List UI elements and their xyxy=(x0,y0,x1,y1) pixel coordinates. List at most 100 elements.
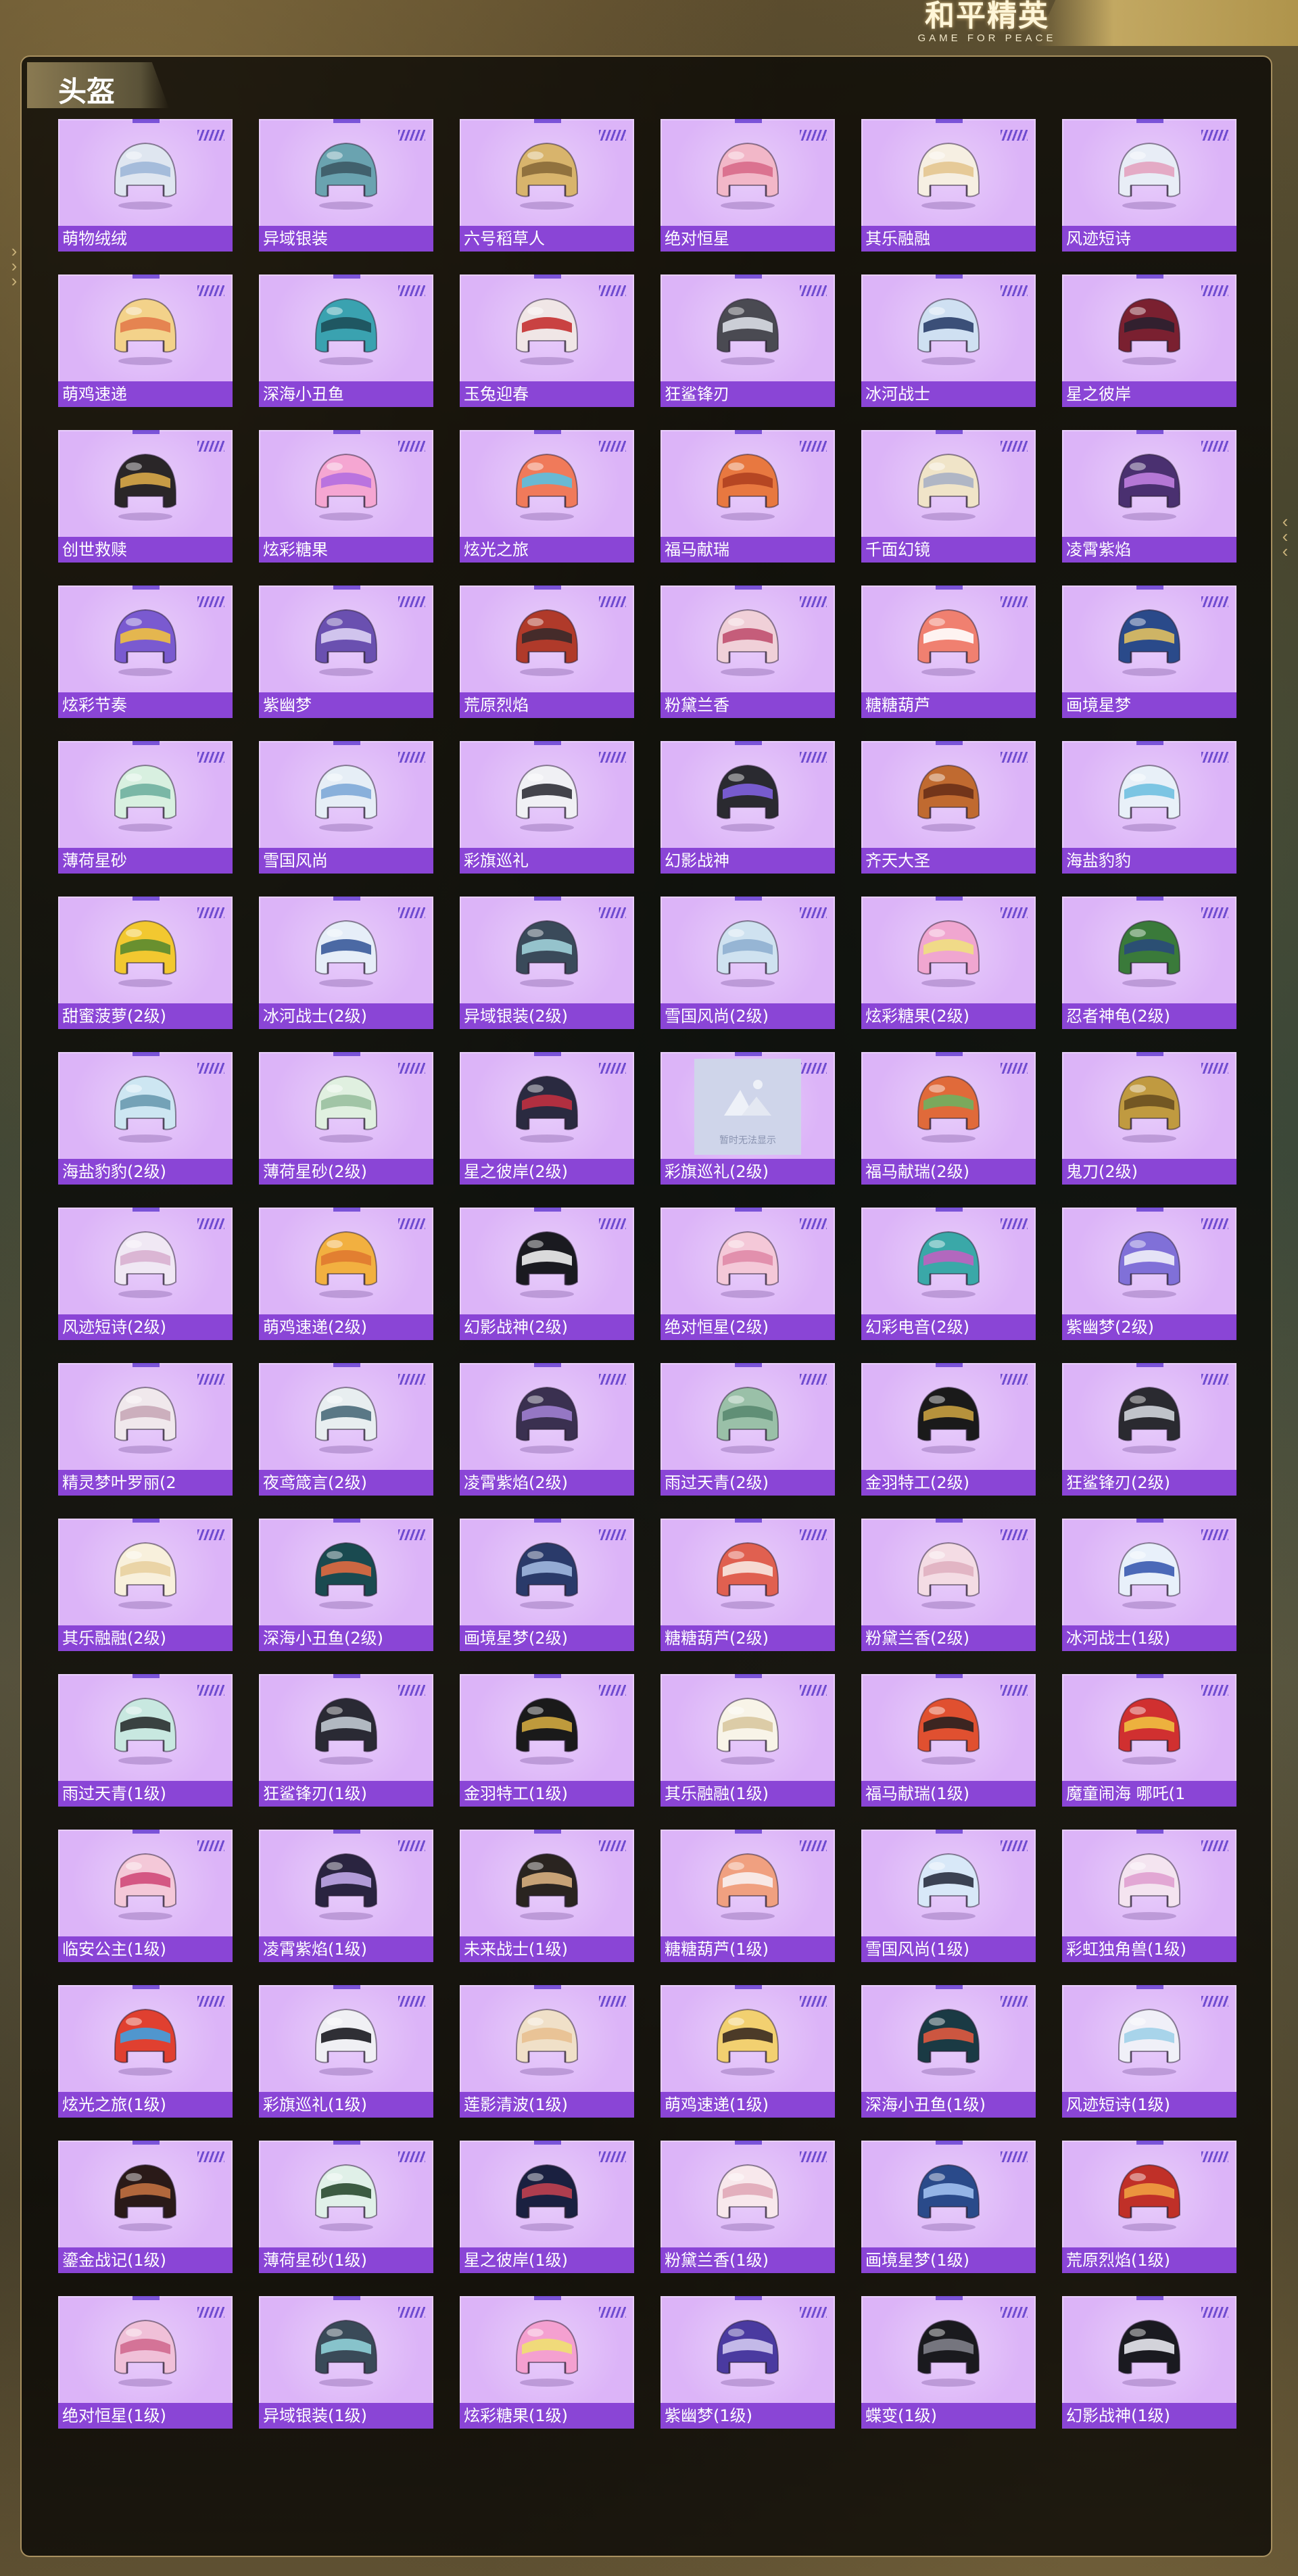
helmet-card[interactable]: 深海小丑鱼 xyxy=(259,275,433,407)
helmet-card[interactable]: 糖糖葫芦(1级) xyxy=(660,1830,835,1962)
helmet-card[interactable]: 未来战士(1级) xyxy=(460,1830,634,1962)
helmet-card[interactable]: 雨过天青(1级) xyxy=(58,1674,233,1807)
helmet-card[interactable]: 绝对恒星 xyxy=(660,119,835,252)
helmet-card[interactable]: 风迹短诗(2级) xyxy=(58,1208,233,1340)
helmet-card[interactable]: 萌鸡速递 xyxy=(58,275,233,407)
helmet-card[interactable]: 紫幽梦(2级) xyxy=(1062,1208,1236,1340)
helmet-card[interactable]: 狂鲨锋刃 xyxy=(660,275,835,407)
helmet-card[interactable]: 魔童闹海 哪吒(1 xyxy=(1062,1674,1236,1807)
helmet-card[interactable]: 萌物绒绒 xyxy=(58,119,233,252)
helmet-card[interactable]: 荒原烈焰(1级) xyxy=(1062,2141,1236,2273)
helmet-card[interactable]: 紫幽梦 xyxy=(259,586,433,718)
helmet-card[interactable]: 异域银装 xyxy=(259,119,433,252)
helmet-card[interactable]: 六号稻草人 xyxy=(460,119,634,252)
helmet-card[interactable]: 异域银装(1级) xyxy=(259,2296,433,2429)
helmet-card[interactable]: 蝶变(1级) xyxy=(861,2296,1036,2429)
helmet-card[interactable]: 粉黛兰香(1级) xyxy=(660,2141,835,2273)
helmet-card[interactable]: 冰河战士(2级) xyxy=(259,897,433,1029)
card-stripes-decoration xyxy=(800,1529,827,1540)
helmet-card[interactable]: 莲影清波(1级) xyxy=(460,1985,634,2118)
helmet-card[interactable]: 狂鲨锋刃(1级) xyxy=(259,1674,433,1807)
helmet-card[interactable]: 糖糖葫芦(2级) xyxy=(660,1519,835,1651)
helmet-card[interactable]: 绝对恒星(1级) xyxy=(58,2296,233,2429)
helmet-card[interactable]: 粉黛兰香 xyxy=(660,586,835,718)
helmet-card[interactable]: 创世救赎 xyxy=(58,430,233,563)
card-stripes-decoration xyxy=(599,1529,626,1540)
helmet-card[interactable]: 其乐融融(2级) xyxy=(58,1519,233,1651)
helmet-card[interactable]: 雨过天青(2级) xyxy=(660,1363,835,1496)
helmet-card[interactable]: 幻影战神(2级) xyxy=(460,1208,634,1340)
helmet-card[interactable]: 紫幽梦(1级) xyxy=(660,2296,835,2429)
helmet-card[interactable]: 冰河战士(1级) xyxy=(1062,1519,1236,1651)
helmet-card[interactable]: 鬼刀(2级) xyxy=(1062,1052,1236,1185)
helmet-card[interactable]: 画境星梦(2级) xyxy=(460,1519,634,1651)
helmet-card[interactable]: 幻彩电音(2级) xyxy=(861,1208,1036,1340)
helmet-card[interactable]: 萌鸡速递(2级) xyxy=(259,1208,433,1340)
helmet-card[interactable]: 齐天大圣 xyxy=(861,741,1036,874)
helmet-card[interactable]: 薄荷星砂(2级) xyxy=(259,1052,433,1185)
helmet-card[interactable]: 临安公主(1级) xyxy=(58,1830,233,1962)
helmet-card[interactable]: 福马献瑞 xyxy=(660,430,835,563)
helmet-card[interactable]: 雪国风尚 xyxy=(259,741,433,874)
helmet-card[interactable]: 荒原烈焰 xyxy=(460,586,634,718)
helmet-card[interactable]: 甜蜜菠萝(2级) xyxy=(58,897,233,1029)
helmet-card[interactable]: 画境星梦(1级) xyxy=(861,2141,1036,2273)
helmet-card[interactable]: 福马献瑞(1级) xyxy=(861,1674,1036,1807)
helmet-card[interactable]: 金羽特工(2级) xyxy=(861,1363,1036,1496)
helmet-card[interactable]: 精灵梦叶罗丽(2 xyxy=(58,1363,233,1496)
helmet-card[interactable]: 深海小丑鱼(2级) xyxy=(259,1519,433,1651)
helmet-card[interactable]: 凌霄紫焰(1级) xyxy=(259,1830,433,1962)
helmet-card[interactable]: 炫彩糖果 xyxy=(259,430,433,563)
helmet-card[interactable]: 幻影战神(1级) xyxy=(1062,2296,1236,2429)
helmet-card[interactable]: 冰河战士 xyxy=(861,275,1036,407)
helmet-card[interactable]: 幻影战神 xyxy=(660,741,835,874)
helmet-card[interactable]: 狂鲨锋刃(2级) xyxy=(1062,1363,1236,1496)
helmet-card[interactable]: 画境星梦 xyxy=(1062,586,1236,718)
helmet-card[interactable]: 夜鸢箴言(2级) xyxy=(259,1363,433,1496)
helmet-card[interactable]: 彩虹独角兽(1级) xyxy=(1062,1830,1236,1962)
helmet-card[interactable]: 暂时无法显示 彩旗巡礼(2级) xyxy=(660,1052,835,1185)
helmet-card[interactable]: 薄荷星砂(1级) xyxy=(259,2141,433,2273)
helmet-card[interactable]: 异域银装(2级) xyxy=(460,897,634,1029)
helmet-card[interactable]: 风迹短诗(1级) xyxy=(1062,1985,1236,2118)
helmet-card[interactable]: 粉黛兰香(2级) xyxy=(861,1519,1036,1651)
helmet-card[interactable]: 玉兔迎春 xyxy=(460,275,634,407)
helmet-card[interactable]: 彩旗巡礼 xyxy=(460,741,634,874)
helmet-card[interactable]: 福马献瑞(2级) xyxy=(861,1052,1036,1185)
helmet-card[interactable]: 忍者神龟(2级) xyxy=(1062,897,1236,1029)
helmet-card[interactable]: 海盐豹豹(2级) xyxy=(58,1052,233,1185)
helmet-card[interactable]: 雪国风尚(1级) xyxy=(861,1830,1036,1962)
helmet-card[interactable]: 深海小丑鱼(1级) xyxy=(861,1985,1036,2118)
helmet-card[interactable]: 炫彩糖果(1级) xyxy=(460,2296,634,2429)
helmet-card[interactable]: 星之彼岸(2级) xyxy=(460,1052,634,1185)
helmet-card[interactable]: 星之彼岸(1级) xyxy=(460,2141,634,2273)
helmet-card[interactable]: 凌霄紫焰 xyxy=(1062,430,1236,563)
helmet-card[interactable]: 鎏金战记(1级) xyxy=(58,2141,233,2273)
helmet-card[interactable]: 其乐融融 xyxy=(861,119,1036,252)
helmet-card[interactable]: 千面幻镜 xyxy=(861,430,1036,563)
helmet-card[interactable]: 金羽特工(1级) xyxy=(460,1674,634,1807)
helmet-card[interactable]: 炫彩糖果(2级) xyxy=(861,897,1036,1029)
helmet-icon xyxy=(315,453,377,521)
helmet-card[interactable]: 炫彩节奏 xyxy=(58,586,233,718)
helmet-card[interactable]: 炫光之旅 xyxy=(460,430,634,563)
helmet-icon xyxy=(1118,1075,1180,1143)
helmet-card[interactable]: 彩旗巡礼(1级) xyxy=(259,1985,433,2118)
helmet-card[interactable]: 薄荷星砂 xyxy=(58,741,233,874)
helmet-card[interactable]: 海盐豹豹 xyxy=(1062,741,1236,874)
image-placeholder: 暂时无法显示 xyxy=(694,1059,801,1155)
card-notch xyxy=(936,1519,963,1523)
helmet-card[interactable]: 糖糖葫芦 xyxy=(861,586,1036,718)
card-stripes-decoration xyxy=(398,2151,425,2162)
helmet-card[interactable]: 萌鸡速递(1级) xyxy=(660,1985,835,2118)
helmet-card[interactable]: 其乐融融(1级) xyxy=(660,1674,835,1807)
helmet-card[interactable]: 星之彼岸 xyxy=(1062,275,1236,407)
card-notch xyxy=(735,1208,762,1212)
helmet-card[interactable]: 雪国风尚(2级) xyxy=(660,897,835,1029)
helmet-card[interactable]: 绝对恒星(2级) xyxy=(660,1208,835,1340)
helmet-card[interactable]: 风迹短诗 xyxy=(1062,119,1236,252)
helmet-card[interactable]: 凌霄紫焰(2级) xyxy=(460,1363,634,1496)
helmet-icon xyxy=(717,609,779,676)
helmet-name: 冰河战士(2级) xyxy=(259,1003,433,1029)
helmet-card[interactable]: 炫光之旅(1级) xyxy=(58,1985,233,2118)
